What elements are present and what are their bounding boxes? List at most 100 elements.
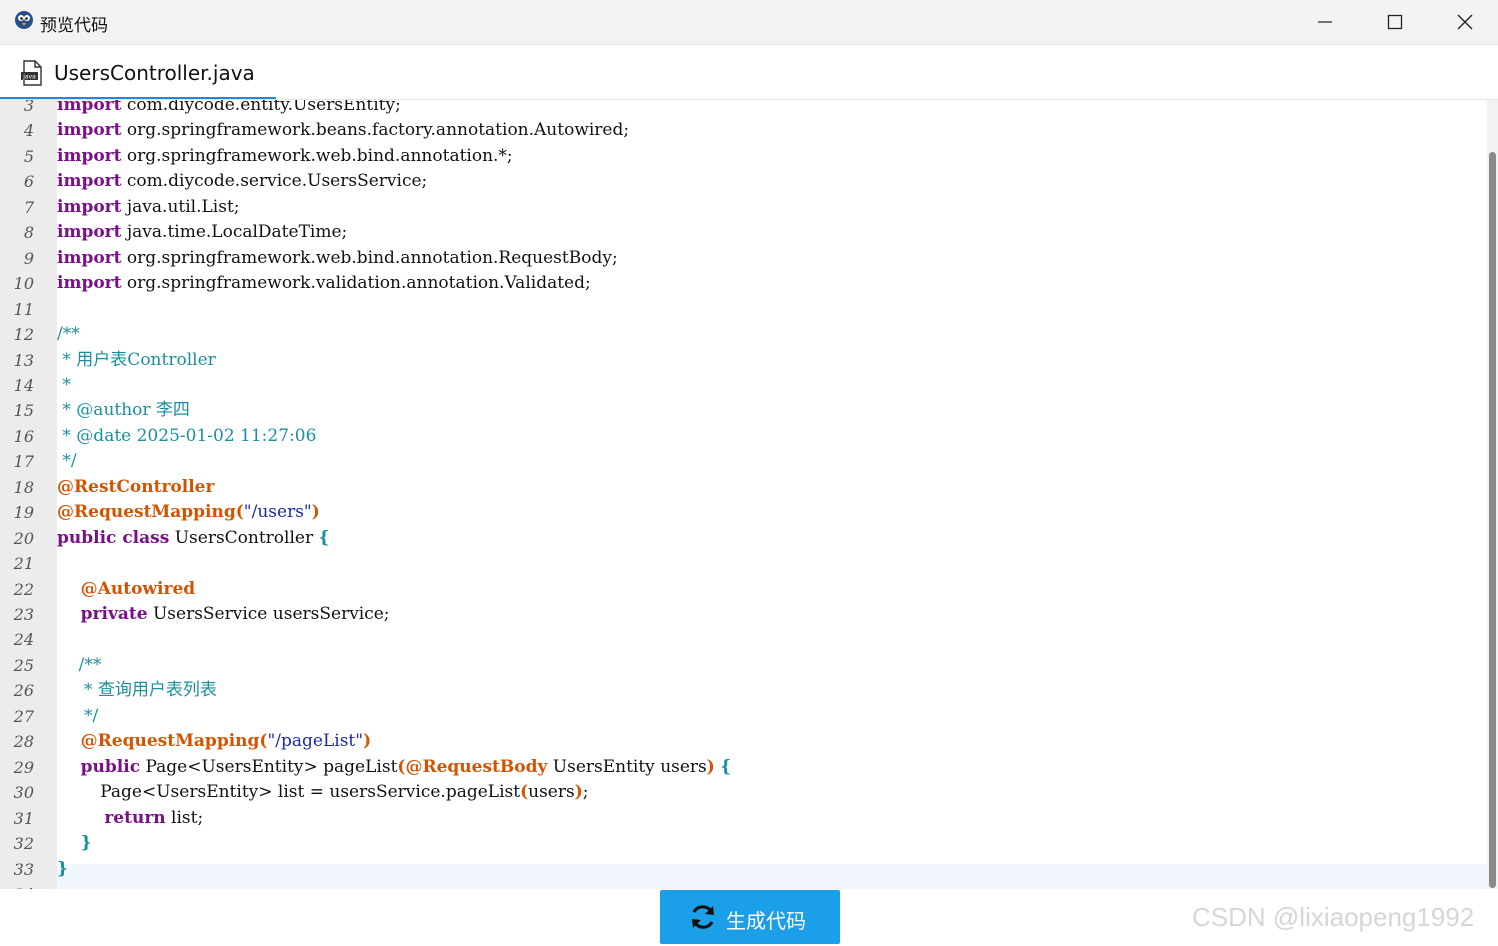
- line-number: 4: [23, 121, 34, 141]
- code-token: users: [528, 782, 575, 803]
- tab-users-controller[interactable]: java UsersController.java: [0, 45, 276, 100]
- code-token: * 用户表Controller: [57, 349, 216, 370]
- code-text: * @date 2025-01-02 11:27:06: [57, 424, 316, 449]
- code-line: 11: [0, 297, 1487, 322]
- code-line: 23 private UsersService usersService;: [0, 602, 1487, 627]
- code-editor[interactable]: 3 import com.diycode.entity.UsersEntity; 4…: [0, 100, 1487, 889]
- line-number: 6: [23, 172, 34, 192]
- code-text: return list;: [57, 806, 203, 831]
- code-line: 9 import org.springframework.web.bind.ann…: [0, 246, 1487, 271]
- code-text: Page<UsersEntity> list = usersService.pa…: [57, 780, 589, 805]
- code-line: 26 * 查询用户表列表: [0, 678, 1487, 703]
- code-text: import org.springframework.beans.factory…: [57, 118, 629, 143]
- csdn-watermark: CSDN @lixiaopeng1992: [1192, 902, 1475, 932]
- code-token: ): [574, 782, 583, 803]
- code-text: @RestController: [57, 475, 214, 500]
- code-token: @RequestMapping(: [57, 502, 244, 523]
- code-text: *: [57, 373, 71, 398]
- code-token: ): [311, 502, 320, 523]
- line-number: 26: [13, 681, 34, 701]
- line-number: 17: [13, 452, 34, 472]
- code-line: 31 return list;: [0, 806, 1487, 831]
- line-number: 3: [23, 100, 34, 115]
- code-line: 6 import com.diycode.service.UsersService…: [0, 169, 1487, 194]
- app-bird-icon: [15, 11, 33, 29]
- close-button[interactable]: [1430, 0, 1498, 44]
- line-number: 30: [13, 783, 34, 803]
- code-line: 18 @RestController: [0, 475, 1487, 500]
- code-text: @Autowired: [57, 577, 196, 602]
- vertical-scrollbar[interactable]: [1487, 100, 1498, 889]
- scrollbar-thumb[interactable]: [1489, 152, 1496, 888]
- maximize-button[interactable]: [1360, 0, 1430, 44]
- code-token: /**: [57, 654, 102, 675]
- minimize-icon: [1318, 21, 1332, 23]
- code-text: /**: [57, 322, 80, 347]
- line-number: 33: [13, 859, 34, 879]
- tab-bar: java UsersController.java: [0, 45, 1498, 100]
- code-token: ;: [582, 782, 589, 803]
- refresh-icon: [692, 905, 714, 929]
- code-token: * @date 2025-01-02 11:27:06: [57, 425, 317, 446]
- code-text: import java.util.List;: [57, 195, 240, 220]
- code-token: *: [57, 374, 71, 395]
- code-line: 22 @Autowired: [0, 577, 1487, 602]
- line-number: 16: [13, 426, 34, 446]
- code-token: list;: [165, 807, 204, 828]
- code-token: import: [57, 196, 122, 217]
- line-number: 21: [13, 554, 34, 574]
- code-token: org.springframework.web.bind.annotation.…: [121, 145, 513, 166]
- line-number: 29: [13, 757, 34, 777]
- code-token: import: [57, 100, 122, 115]
- code-token: @Autowired: [57, 578, 196, 599]
- code-text: @RequestMapping("/pageList"): [57, 729, 371, 754]
- line-number: 13: [13, 350, 34, 370]
- code-token: import: [57, 222, 122, 243]
- code-token: * @author 李四: [57, 400, 190, 421]
- code-token: import: [57, 120, 122, 141]
- minimize-button[interactable]: [1290, 0, 1360, 44]
- code-line: 29 public Page<UsersEntity> pageList(@Re…: [0, 755, 1487, 780]
- code-line: 30 Page<UsersEntity> list = usersService…: [0, 780, 1487, 805]
- code-token: @RequestMapping(: [57, 731, 268, 752]
- code-token: */: [57, 705, 99, 726]
- generate-code-button[interactable]: 生成代码: [660, 890, 840, 944]
- code-token: (: [520, 782, 529, 803]
- code-line: 21: [0, 551, 1487, 576]
- code-token: {: [720, 756, 732, 777]
- line-number: 18: [13, 477, 34, 497]
- code-line: 33}: [0, 857, 1487, 882]
- code-line: 32 }: [0, 831, 1487, 856]
- code-text: import org.springframework.web.bind.anno…: [57, 246, 618, 271]
- code-token: org.springframework.web.bind.annotation.…: [121, 247, 618, 268]
- code-line: 16 * @date 2025-01-02 11:27:06: [0, 424, 1487, 449]
- code-line: 13 * 用户表Controller: [0, 348, 1487, 373]
- line-number: 9: [23, 248, 34, 268]
- line-number: 15: [13, 401, 34, 421]
- code-token: UsersController: [169, 527, 319, 548]
- line-number: 28: [13, 732, 34, 752]
- code-token: Page<UsersEntity> pageList: [140, 756, 398, 777]
- code-line: 34: [0, 882, 1487, 889]
- code-text: public class UsersController {: [57, 526, 329, 551]
- code-line: 12 /**: [0, 322, 1487, 347]
- line-number: 27: [13, 706, 34, 726]
- window-title: 预览代码: [40, 16, 108, 36]
- code-token: public: [57, 756, 141, 777]
- code-token: */: [57, 451, 77, 472]
- code-token: private: [57, 604, 148, 624]
- code-token: ): [706, 756, 715, 777]
- code-token: ): [363, 731, 372, 752]
- line-number: 19: [13, 503, 34, 523]
- code-token: public class: [57, 527, 170, 548]
- code-text: import com.diycode.entity.UsersEntity;: [57, 100, 401, 118]
- line-number: 23: [13, 605, 34, 624]
- line-number: 14: [13, 375, 34, 395]
- code-token: (@RequestBody: [397, 756, 548, 777]
- line-number: 32: [13, 834, 34, 854]
- code-token: import: [57, 171, 122, 192]
- code-text: @RequestMapping("/users"): [57, 500, 320, 525]
- code-token: {: [318, 527, 330, 548]
- line-number: 20: [13, 528, 34, 548]
- code-text: import org.springframework.validation.an…: [57, 271, 591, 296]
